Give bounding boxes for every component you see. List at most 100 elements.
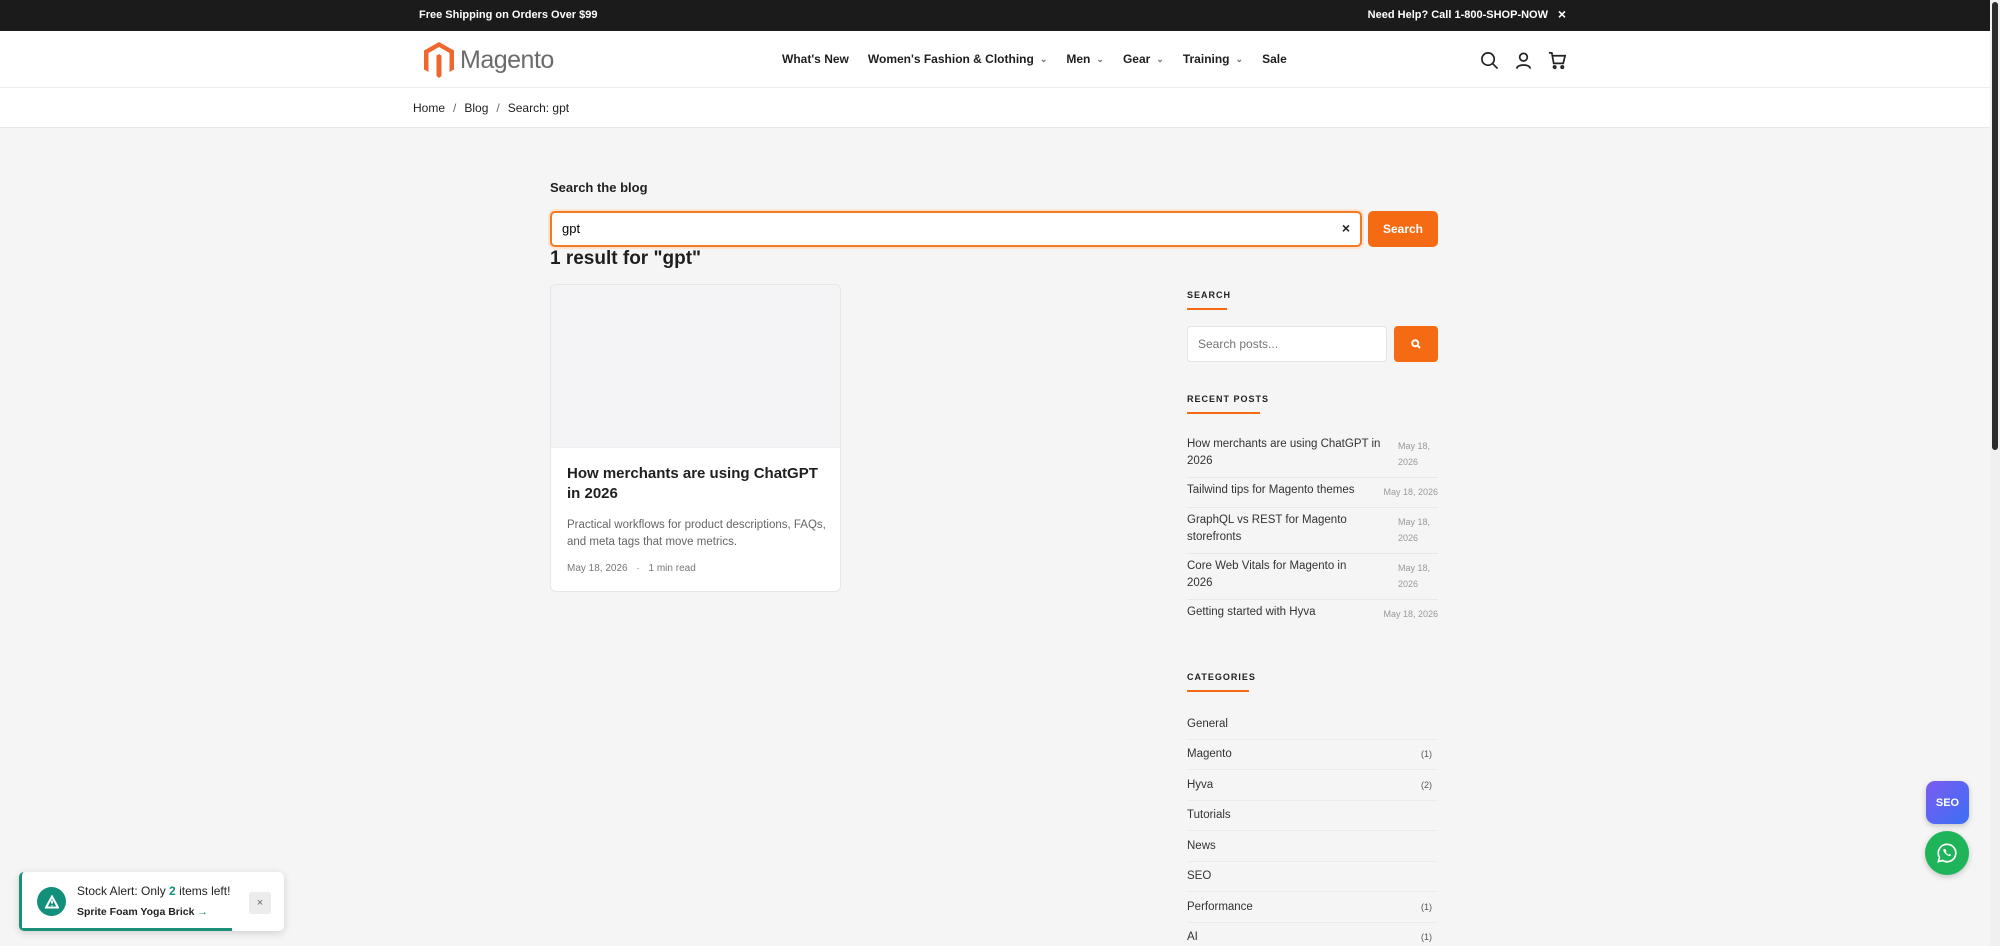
nav-training[interactable]: Training ⌄: [1183, 52, 1243, 66]
magento-logo[interactable]: Magento: [422, 40, 554, 80]
category-item[interactable]: Tutorials: [1187, 801, 1438, 831]
magento-logo-icon: [424, 42, 454, 78]
chevron-down-icon: ⌄: [1039, 53, 1048, 64]
scrollbar-thumb[interactable]: [1992, 2, 1998, 450]
post-meta: May 18, 2026 · 1 min read: [567, 563, 696, 574]
blog-search-field[interactable]: ×: [550, 211, 1362, 247]
recent-post-item[interactable]: Core Web Vitals for Magento in 2026 May …: [1187, 554, 1438, 600]
breadcrumb-bar: Home / Blog / Search: gpt: [0, 88, 1990, 128]
search-icon: [1411, 339, 1421, 349]
meta-dot: ·: [636, 563, 640, 574]
category-item[interactable]: Magento (1): [1187, 740, 1438, 770]
breadcrumb-blog[interactable]: Blog: [464, 101, 488, 115]
breadcrumb: Home / Blog / Search: gpt: [413, 101, 569, 115]
heading-text: CATEGORIES: [1187, 672, 1256, 682]
category-name[interactable]: News: [1187, 840, 1216, 852]
shipping-promo: Free Shipping on Orders Over $99: [419, 9, 598, 21]
close-toast-button[interactable]: ×: [249, 892, 271, 914]
recent-post-item[interactable]: How merchants are using ChatGPT in 2026 …: [1187, 432, 1438, 478]
category-count: (1): [1421, 932, 1432, 943]
category-item[interactable]: AI (1): [1187, 923, 1438, 946]
nav-whats-new[interactable]: What's New: [782, 52, 849, 66]
sidebar-search-field[interactable]: [1187, 326, 1387, 362]
breadcrumb-current: Search: gpt: [507, 101, 570, 115]
recent-post-title[interactable]: Core Web Vitals for Magento in 2026: [1187, 558, 1357, 592]
category-item[interactable]: News: [1187, 831, 1438, 862]
category-count: (1): [1421, 901, 1432, 912]
post-title[interactable]: How merchants are using ChatGPT in 2026: [567, 464, 832, 504]
recent-post-date: May 18, 2026: [1398, 517, 1431, 543]
sidebar-search-input[interactable]: [1198, 337, 1378, 351]
main-nav: What's New Women's Fashion & Clothing ⌄ M…: [782, 52, 1306, 66]
category-name[interactable]: AI: [1187, 931, 1198, 943]
recent-post-date: May 18, 2026: [1398, 441, 1431, 467]
nav-label: Men: [1066, 52, 1091, 66]
nav-sale[interactable]: Sale: [1262, 52, 1287, 66]
post-read-time: 1 min read: [648, 563, 696, 574]
post-card[interactable]: How merchants are using ChatGPT in 2026 …: [550, 284, 841, 592]
nav-label: Training: [1182, 52, 1230, 66]
category-item[interactable]: SEO: [1187, 862, 1438, 892]
heading-text: RECENT POSTS: [1187, 394, 1270, 404]
nav-label: Women's Fashion & Clothing: [867, 52, 1034, 66]
nav-men[interactable]: Men ⌄: [1066, 52, 1104, 66]
help-phone[interactable]: Need Help? Call 1-800-SHOP-NOW: [1368, 9, 1548, 21]
recent-post-item[interactable]: Getting started with Hyva May 18, 2026: [1187, 600, 1438, 629]
category-name[interactable]: SEO: [1187, 870, 1211, 882]
recent-post-item[interactable]: Tailwind tips for Magento themes May 18,…: [1187, 478, 1438, 508]
recent-post-date: May 18, 2026: [1398, 563, 1431, 589]
recent-post-item[interactable]: GraphQL vs REST for Magento storefronts …: [1187, 508, 1438, 554]
recent-post-title[interactable]: Tailwind tips for Magento themes: [1187, 482, 1354, 499]
header-actions: [1478, 49, 1580, 71]
whatsapp-button[interactable]: [1925, 831, 1969, 875]
alert-prefix: Stock Alert: Only: [77, 884, 170, 898]
search-icon[interactable]: [1478, 49, 1500, 71]
stock-count: 2: [169, 884, 176, 898]
nav-gear[interactable]: Gear ⌄: [1123, 52, 1164, 66]
sidebar-search-button[interactable]: [1394, 326, 1438, 362]
alert-product-link[interactable]: Sprite Foam Yoga Brick →: [77, 906, 208, 918]
whatsapp-icon: [1937, 843, 1957, 863]
sidebar-search-heading: SEARCH: [1187, 290, 1438, 310]
category-name[interactable]: Hyva: [1187, 779, 1213, 791]
heading-underline: [1187, 412, 1260, 414]
category-name[interactable]: Tutorials: [1187, 809, 1231, 821]
close-announcement-button[interactable]: ×: [1558, 6, 1566, 22]
breadcrumb-separator: /: [453, 101, 457, 115]
breadcrumb-separator: /: [496, 101, 500, 115]
chevron-down-icon: ⌄: [1156, 53, 1164, 64]
breadcrumb-home[interactable]: Home: [413, 101, 445, 115]
category-name[interactable]: General: [1187, 718, 1228, 730]
recent-posts-list: How merchants are using ChatGPT in 2026 …: [1187, 432, 1438, 629]
recent-post-date: May 18, 2026: [1383, 487, 1438, 497]
logo-text: Magento: [460, 45, 554, 74]
category-item[interactable]: Hyva (2): [1187, 770, 1438, 801]
account-icon[interactable]: [1512, 49, 1534, 71]
alert-icon: [37, 887, 66, 916]
category-name[interactable]: Performance: [1187, 901, 1253, 913]
page-scrollbar[interactable]: [1990, 0, 2000, 946]
clear-search-button[interactable]: ×: [1342, 220, 1350, 236]
heading-underline: [1187, 308, 1227, 310]
product-name[interactable]: Sprite Foam Yoga Brick: [77, 906, 194, 918]
search-heading: Search the blog: [550, 180, 648, 195]
nav-label: Gear: [1122, 52, 1151, 66]
alert-suffix: items left!: [175, 884, 231, 898]
seo-widget-button[interactable]: SEO: [1926, 781, 1969, 824]
category-item[interactable]: Performance (1): [1187, 892, 1438, 923]
category-name[interactable]: Magento: [1187, 748, 1232, 760]
blog-search-input[interactable]: [562, 221, 1322, 236]
recent-post-title[interactable]: How merchants are using ChatGPT in 2026: [1187, 436, 1382, 470]
nav-womens-fashion[interactable]: Women's Fashion & Clothing ⌄: [868, 52, 1048, 66]
nav-label: What's New: [782, 52, 849, 66]
recent-post-title[interactable]: GraphQL vs REST for Magento storefronts: [1187, 512, 1367, 546]
arrow-right-icon: →: [197, 906, 208, 918]
categories-list: General Magento (1) Hyva (2) Tutorials New…: [1187, 709, 1438, 946]
post-excerpt: Practical workflows for product descript…: [567, 519, 826, 548]
search-button[interactable]: Search: [1368, 211, 1438, 247]
cart-icon[interactable]: [1546, 49, 1568, 71]
category-item[interactable]: General: [1187, 709, 1438, 740]
recent-post-title[interactable]: Getting started with Hyva: [1187, 604, 1315, 621]
chevron-down-icon: ⌄: [1096, 53, 1104, 64]
post-thumbnail[interactable]: [551, 285, 840, 448]
